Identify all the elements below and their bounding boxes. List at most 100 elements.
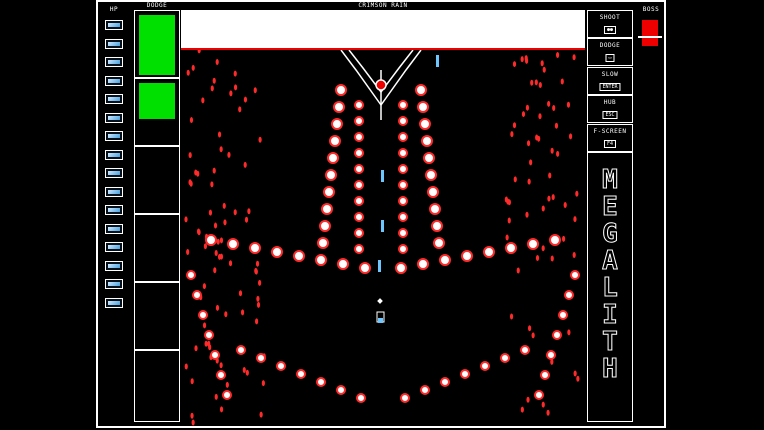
bullet — [317, 237, 329, 249]
bullet-small — [247, 208, 251, 215]
bullet-small — [510, 131, 514, 138]
bullet-small — [253, 87, 257, 94]
bullet-small — [554, 122, 559, 129]
bullet — [480, 361, 490, 371]
bullet — [222, 390, 232, 400]
bullet-small — [572, 251, 576, 258]
bullet-small — [224, 311, 228, 318]
bullet-small — [256, 301, 261, 308]
bullet — [398, 148, 408, 158]
bullet — [354, 148, 364, 158]
hp-cell — [105, 38, 123, 49]
bullet — [398, 164, 408, 174]
bullet — [319, 220, 331, 232]
bullet-small — [258, 136, 262, 143]
bullet-small — [529, 159, 533, 166]
bullet — [431, 220, 443, 232]
bullet-small — [213, 267, 217, 274]
bullet — [354, 132, 364, 142]
control-label: SLOW — [601, 70, 619, 78]
bullet-small — [242, 367, 246, 374]
hp-cell — [105, 260, 123, 271]
bullet-small — [228, 260, 233, 267]
dodge-meter-fill — [139, 83, 175, 119]
player-shot — [436, 55, 439, 67]
bullet — [186, 270, 196, 280]
bullet — [398, 244, 408, 254]
bullet — [423, 152, 435, 164]
bullet — [359, 262, 371, 274]
bullet-small — [223, 219, 227, 226]
control-key: ENTER — [599, 82, 621, 91]
bullet-small — [572, 54, 576, 61]
bullet — [417, 101, 429, 113]
bullet — [249, 242, 261, 254]
bullet — [323, 186, 335, 198]
bullet-small — [217, 253, 222, 260]
bullet-small — [245, 369, 249, 376]
bullet-small — [512, 61, 517, 68]
bullet — [398, 180, 408, 190]
bullet-small — [222, 202, 226, 209]
dodge-slot-1 — [134, 10, 180, 78]
bullet — [331, 118, 343, 130]
bullet-small — [190, 378, 194, 385]
bullet — [440, 377, 450, 387]
control-shoot: SHOOT ●● — [587, 10, 633, 38]
bullet-small — [527, 178, 531, 185]
bullet-small — [254, 318, 259, 325]
bullet-small — [576, 375, 580, 382]
bullet-small — [210, 181, 214, 188]
bullet-small — [217, 131, 222, 138]
bullet-small — [513, 176, 517, 183]
logo-letter: L — [602, 273, 619, 303]
bullet-small — [524, 55, 528, 62]
bullet — [461, 250, 473, 262]
bullet — [333, 101, 345, 113]
bullet-small — [541, 401, 545, 408]
bullet — [329, 135, 341, 147]
bullet-small — [538, 113, 542, 120]
control-f-screen: F-SCREEN F4 — [587, 123, 633, 152]
bullet — [417, 258, 429, 270]
logo-letter: T — [602, 327, 619, 357]
hp-cell — [105, 20, 123, 30]
bullet-small — [216, 238, 220, 245]
bullet-small — [526, 140, 531, 147]
bullet-small — [256, 295, 260, 302]
control-slow: SLOW ENTER — [587, 66, 633, 95]
boss-ship — [340, 50, 422, 120]
bullet — [321, 203, 333, 215]
bullet-small — [194, 169, 198, 176]
bullet-small — [207, 340, 211, 347]
bullet — [205, 234, 217, 246]
bullet — [356, 393, 366, 403]
bullet — [429, 203, 441, 215]
dodge-meter-fill — [139, 15, 175, 75]
bullet — [354, 196, 364, 206]
bullet-small — [541, 245, 545, 252]
logo-letter: E — [602, 192, 619, 222]
bullet-small — [197, 229, 201, 236]
bullet-small — [573, 216, 577, 223]
bullet — [540, 370, 550, 380]
bullet — [271, 246, 283, 258]
control-label: SHOOT — [599, 14, 621, 21]
hp-cell — [105, 168, 123, 178]
bullet — [327, 152, 339, 164]
bullet — [552, 330, 562, 340]
logo-letter: I — [602, 300, 619, 330]
bullet — [256, 353, 266, 363]
logo-letter: G — [602, 219, 619, 249]
bullet-small — [243, 161, 247, 168]
dodge-slot-3 — [134, 146, 180, 214]
bullet-small — [213, 222, 218, 229]
bullet-small — [548, 172, 552, 179]
bullet-small — [191, 419, 195, 426]
bullet-small — [516, 267, 520, 274]
bullet-small — [219, 362, 223, 369]
bullet-small — [186, 248, 190, 255]
bullet — [400, 393, 410, 403]
hp-cell — [105, 112, 123, 123]
bullet-small — [261, 380, 265, 387]
